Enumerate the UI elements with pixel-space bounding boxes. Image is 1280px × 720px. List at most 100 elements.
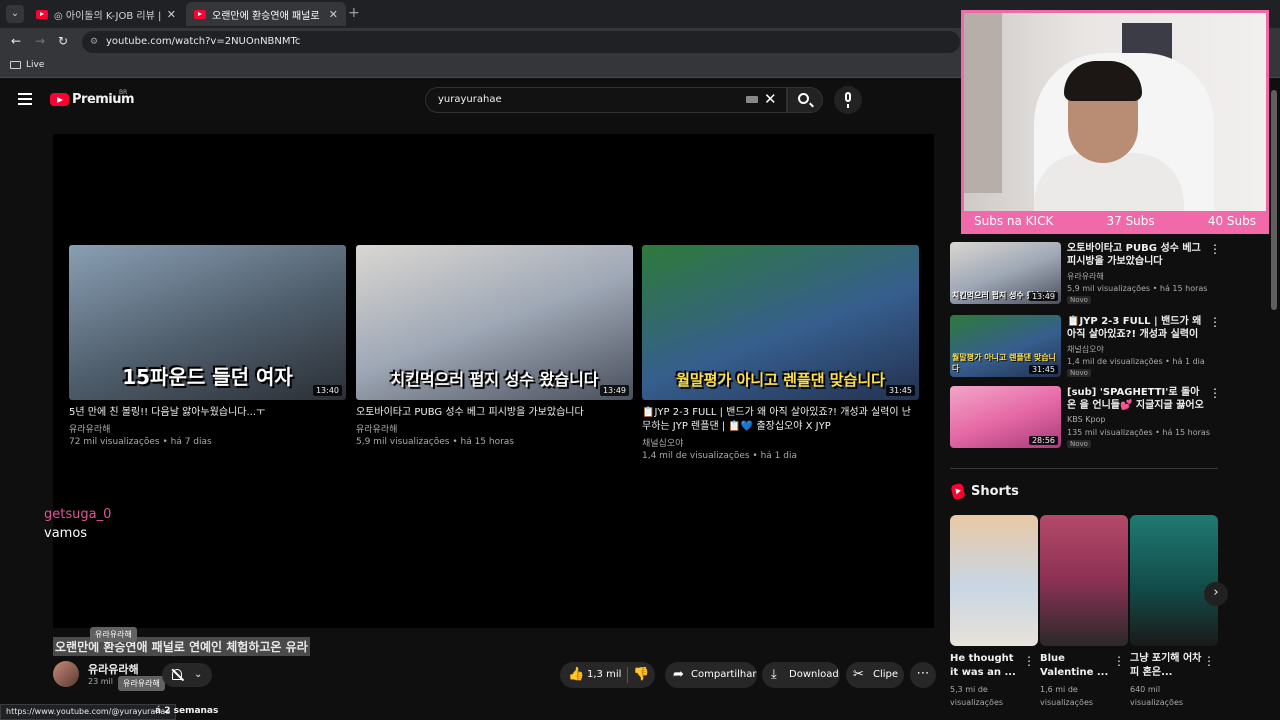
voice-search-button[interactable] — [834, 86, 862, 114]
site-info-icon[interactable]: ⚙ — [90, 31, 98, 53]
recommended-thumbnail[interactable]: 월말평가 아니고 렌플댄 맞습니다 31:45 — [950, 315, 1061, 377]
recommended-video[interactable]: 28:56 [sub] 'SPAGHETTI'로 돌아온 을 언니들💕 지글지글… — [950, 386, 1221, 450]
thumbnail-caption: 월말평가 아니고 렌플댄 맞습니다 — [676, 371, 885, 389]
share-button[interactable]: ➦ Compartilhar — [665, 662, 757, 688]
shorts-icon — [950, 482, 966, 501]
thumbs-up-icon[interactable]: 👍 — [568, 662, 584, 688]
endscreen-channel[interactable]: 유라유라해 — [69, 422, 346, 435]
short-title[interactable]: Blue Valentine ... — [1040, 652, 1112, 680]
video-player[interactable]: 15파운드 들던 여자 13:40 5년 만에 친 볼링!! 다음날 앓아누웠습… — [53, 134, 934, 628]
like-dislike-group: 👍 1,3 mil 👎 — [560, 662, 655, 688]
short-title[interactable]: 그냥 포기해 어차피 혼은... — [1130, 652, 1202, 680]
more-vert-icon[interactable]: ⋮ — [1209, 315, 1221, 329]
endscreen-video-title[interactable]: 📋JYP 2-3 FULL | 밴드가 왜 아직 살아있죠?! 개성과 실력이 … — [642, 406, 919, 434]
recommended-video[interactable]: 월말평가 아니고 렌플댄 맞습니다 31:45 📋JYP 2-3 FULL | … — [950, 315, 1221, 379]
duration-badge: 13:49 — [599, 385, 629, 396]
new-badge: Novo — [1067, 440, 1091, 448]
recommended-channel[interactable]: KBS Kpop — [1067, 415, 1106, 424]
more-vert-icon[interactable]: ⋮ — [1203, 654, 1215, 668]
tab-inactive[interactable]: ◎ 아이돌의 K-JOB 리뷰 | work ✕ — [28, 2, 184, 26]
clip-label: Clipe — [873, 669, 899, 680]
divider — [627, 667, 628, 683]
endscreen-thumbnail[interactable]: 월말평가 아니고 렌플댄 맞습니다 31:45 — [642, 245, 919, 400]
new-badge: Novo — [1067, 369, 1091, 377]
clear-search-icon[interactable]: ✕ — [764, 90, 777, 108]
microphone-icon — [845, 92, 851, 108]
short-views: 1,6 mi de — [1040, 685, 1078, 694]
shorts-header: Shorts — [950, 482, 1019, 501]
close-tab-icon[interactable]: ✕ — [329, 8, 338, 21]
notification-bell-button[interactable]: ⌄ — [162, 663, 212, 687]
more-vert-icon[interactable]: ⋮ — [1209, 242, 1221, 256]
bookmark-label: Live — [26, 60, 45, 70]
endscreen-video-card[interactable]: 치킨먹으러 펍지 성수 왔습니다 13:49 오토바이타고 PUBG 성수 베그… — [356, 245, 633, 447]
new-tab-icon[interactable]: + — [348, 5, 360, 21]
short-views-label: visualizações — [950, 698, 1004, 707]
thumbs-down-icon[interactable]: 👎 — [633, 662, 649, 688]
short-item[interactable]: He thought it was an ... ⋮ 5,3 mi de vis… — [950, 515, 1038, 709]
like-count[interactable]: 1,3 mil — [587, 662, 621, 688]
more-vert-icon[interactable]: ⋮ — [1023, 654, 1035, 668]
recommended-thumbnail[interactable]: 치킨먹으러 펍지 성수 왔습니다 13:49 — [950, 242, 1061, 304]
endscreen-thumbnail[interactable]: 15파운드 들던 여자 13:40 — [69, 245, 346, 400]
duration-badge: 28:56 — [1028, 436, 1058, 445]
clip-button[interactable]: ✂ Clipe — [846, 662, 904, 688]
download-icon: ⤓ — [771, 667, 777, 682]
search-input[interactable]: yurayurahae — [425, 87, 787, 113]
url-text: youtube.com/watch?v=2NUOnNBNMTc — [106, 36, 301, 47]
url-field[interactable]: ⚙ youtube.com/watch?v=2NUOnNBNMTc — [82, 31, 960, 53]
more-actions-icon[interactable]: ⋯ — [910, 662, 936, 688]
endscreen-channel[interactable]: 채널십오야 — [642, 436, 919, 449]
bookmark-live[interactable]: Live — [10, 60, 44, 70]
short-views: 5,3 mi de — [950, 685, 988, 694]
recommended-thumbnail[interactable]: 28:56 — [950, 386, 1061, 448]
youtube-favicon-icon — [194, 9, 206, 19]
more-vert-icon[interactable]: ⋮ — [1113, 654, 1125, 668]
tab-search-button[interactable]: ⌄ — [6, 5, 24, 23]
subs-goal-bar: Subs na KICK 37 Subs 40 Subs — [964, 211, 1266, 231]
recommended-title[interactable]: 📋JYP 2-3 FULL | 밴드가 왜 아직 살아있죠?! 개성과 실력이 … — [1067, 315, 1207, 341]
endscreen-thumbnail[interactable]: 치킨먹으러 펍지 성수 왔습니다 13:49 — [356, 245, 633, 400]
short-views-label: visualizações — [1040, 698, 1094, 707]
shorts-next-button[interactable]: › — [1204, 582, 1228, 606]
back-arrow-icon[interactable]: ← — [11, 34, 21, 48]
tab-active[interactable]: 오랜만에 환승연애 패널로 연예 ✕ — [186, 2, 346, 26]
short-title[interactable]: He thought it was an ... — [950, 652, 1022, 680]
keyboard-icon[interactable] — [746, 96, 758, 103]
short-item[interactable]: Blue Valentine ... ⋮ 1,6 mi de visualiza… — [1040, 515, 1128, 709]
reload-icon[interactable]: ↻ — [58, 34, 68, 48]
channel-avatar[interactable] — [53, 661, 79, 687]
recommended-channel[interactable]: 채널십오야 — [1067, 344, 1104, 355]
recommended-title[interactable]: 오토바이타고 PUBG 성수 베그 피시방을 가보았습니다 — [1067, 242, 1207, 268]
duration-badge: 13:40 — [312, 385, 342, 396]
search-button[interactable] — [787, 87, 823, 113]
subscriber-count: 23 mil — [88, 677, 113, 686]
thumbnail-caption: 15파운드 들던 여자 — [122, 365, 293, 389]
youtube-logo-icon — [50, 93, 69, 106]
channel-name[interactable]: 유라유라해 — [88, 661, 139, 677]
short-item[interactable]: 그냥 포기해 어차피 혼은... ⋮ 640 mil visualizações — [1130, 515, 1218, 709]
short-thumbnail[interactable] — [1130, 515, 1218, 646]
short-thumbnail[interactable] — [1040, 515, 1128, 646]
recommended-title[interactable]: [sub] 'SPAGHETTI'로 돌아온 을 언니들💕 지글지글 끓어오르.… — [1067, 386, 1207, 412]
recommended-channel[interactable]: 유라유라해 — [1067, 271, 1104, 282]
close-tab-icon[interactable]: ✕ — [167, 8, 176, 21]
endscreen-channel[interactable]: 유라유라해 — [356, 422, 633, 435]
duration-badge: 31:45 — [1028, 365, 1058, 374]
page-scrollbar[interactable] — [1271, 90, 1277, 310]
channel-tooltip: 유라유라해 — [90, 627, 137, 642]
more-vert-icon[interactable]: ⋮ — [1209, 386, 1221, 400]
recommended-video[interactable]: 치킨먹으러 펍지 성수 왔습니다 13:49 오토바이타고 PUBG 성수 베그… — [950, 242, 1221, 306]
search-value: yurayurahae — [438, 94, 502, 105]
endscreen-video-title[interactable]: 5년 만에 친 볼링!! 다음날 앓아누웠습니다...ㅜ — [69, 406, 346, 420]
download-button[interactable]: ⤓ Download — [762, 662, 840, 688]
description-date: á 2 semanas — [155, 706, 219, 716]
forward-arrow-icon[interactable]: → — [35, 34, 45, 48]
endscreen-video-card[interactable]: 월말평가 아니고 렌플댄 맞습니다 31:45 📋JYP 2-3 FULL | … — [642, 245, 919, 461]
endscreen-video-title[interactable]: 오토바이타고 PUBG 성수 베그 피시방을 가보았습니다 — [356, 406, 633, 420]
download-label: Download — [789, 669, 839, 680]
menu-icon[interactable] — [18, 93, 32, 105]
short-thumbnail[interactable] — [950, 515, 1038, 646]
endscreen-video-card[interactable]: 15파운드 들던 여자 13:40 5년 만에 친 볼링!! 다음날 앓아누웠습… — [69, 245, 346, 447]
chevron-down-icon: ⌄ — [194, 669, 203, 680]
